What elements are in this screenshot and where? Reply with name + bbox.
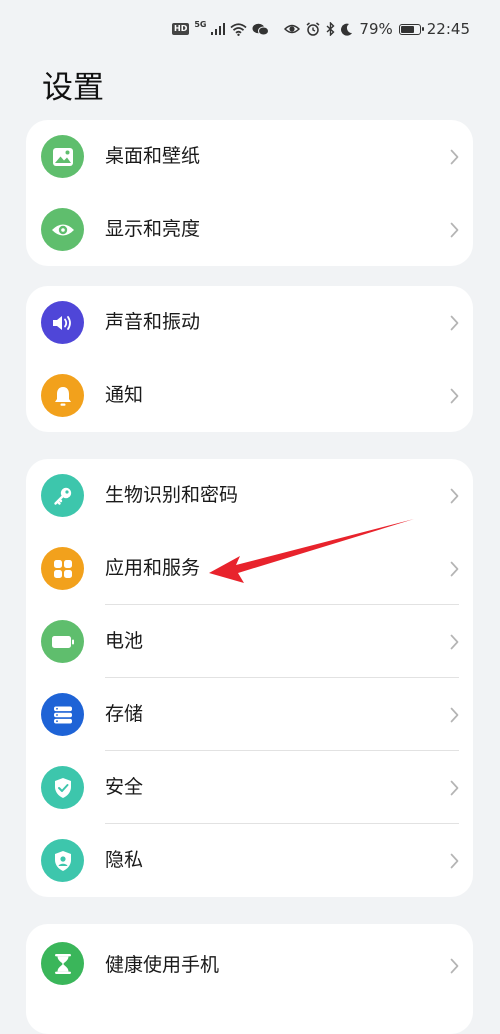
wallpaper-icon <box>41 135 84 178</box>
status-bar: HD 5G 79% 22:45 <box>0 0 500 60</box>
setting-item-label: 健康使用手机 <box>105 954 220 976</box>
setting-item-label: 生物识别和密码 <box>105 484 239 506</box>
apps-grid-icon <box>41 547 84 590</box>
network-type: 5G <box>194 19 207 29</box>
wifi-icon <box>230 22 248 36</box>
battery-percentage: 79% <box>359 20 393 38</box>
setting-item-sound[interactable]: 声音和振动 <box>26 286 473 359</box>
setting-item-notifications[interactable]: 通知 <box>26 359 473 432</box>
hd-badge: HD <box>172 23 190 35</box>
setting-item-label: 桌面和壁纸 <box>105 145 201 167</box>
bell-icon <box>41 374 84 417</box>
setting-item-label: 电池 <box>105 630 144 652</box>
setting-item-label: 声音和振动 <box>105 311 201 333</box>
chevron-right-icon <box>450 315 459 331</box>
chevron-right-icon <box>450 853 459 869</box>
setting-item-battery[interactable]: 电池 <box>26 605 473 678</box>
eye-comfort-icon <box>284 24 301 34</box>
settings-group-personalization: 桌面和壁纸 显示和亮度 <box>26 120 473 266</box>
setting-item-label: 隐私 <box>105 849 144 871</box>
settings-group-system: 生物识别和密码 应用和服务 电池 存储 安全 隐私 <box>26 459 473 897</box>
speaker-icon <box>41 301 84 344</box>
setting-item-privacy[interactable]: 隐私 <box>26 824 473 897</box>
eye-icon <box>41 208 84 251</box>
battery-icon <box>398 23 424 35</box>
wechat-icon <box>252 23 270 35</box>
signal-icon <box>211 23 226 35</box>
setting-item-label: 通知 <box>105 384 144 406</box>
chevron-right-icon <box>450 388 459 404</box>
setting-item-digital-balance[interactable]: 健康使用手机 <box>26 924 473 1007</box>
setting-item-label: 安全 <box>105 776 144 798</box>
setting-item-label: 存储 <box>105 703 144 725</box>
settings-group-wellbeing: 健康使用手机 <box>26 924 473 1034</box>
privacy-icon <box>41 839 84 882</box>
chevron-right-icon <box>450 634 459 650</box>
chevron-right-icon <box>450 149 459 165</box>
setting-item-label: 显示和亮度 <box>105 218 201 240</box>
shield-check-icon <box>41 766 84 809</box>
setting-item-apps[interactable]: 应用和服务 <box>26 532 473 605</box>
battery-icon <box>41 620 84 663</box>
setting-item-security[interactable]: 安全 <box>26 751 473 824</box>
hourglass-icon <box>41 942 84 985</box>
setting-item-biometrics[interactable]: 生物识别和密码 <box>26 459 473 532</box>
setting-item-wallpaper[interactable]: 桌面和壁纸 <box>26 120 473 193</box>
chevron-right-icon <box>450 707 459 723</box>
status-left-icons: HD 5G <box>172 18 270 40</box>
chevron-right-icon <box>450 488 459 504</box>
battery-level-fill <box>400 25 414 33</box>
chevron-right-icon <box>450 222 459 238</box>
key-icon <box>41 474 84 517</box>
setting-item-storage[interactable]: 存储 <box>26 678 473 751</box>
chevron-right-icon <box>450 561 459 577</box>
page-title: 设置 <box>42 70 104 106</box>
clock-time: 22:45 <box>426 20 470 38</box>
setting-item-label: 应用和服务 <box>105 557 201 579</box>
setting-item-display[interactable]: 显示和亮度 <box>26 193 473 266</box>
storage-icon <box>41 693 84 736</box>
settings-group-sound-notifications: 声音和振动 通知 <box>26 286 473 432</box>
alarm-icon <box>306 22 320 36</box>
bluetooth-icon <box>326 22 335 36</box>
status-right-icons: 79% 22:45 <box>284 18 470 40</box>
do-not-disturb-moon-icon <box>341 23 353 36</box>
chevron-right-icon <box>450 958 459 974</box>
chevron-right-icon <box>450 780 459 796</box>
